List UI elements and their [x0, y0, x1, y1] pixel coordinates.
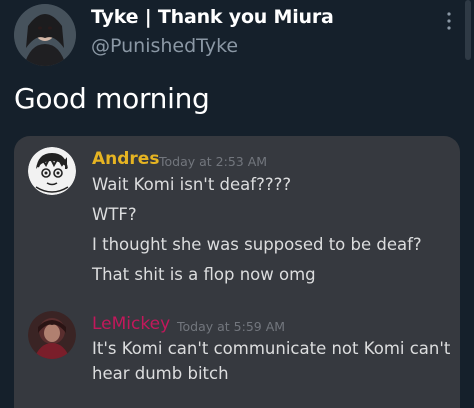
- tweet-text: Good morning: [14, 82, 210, 115]
- message-line: Wait Komi isn't deaf????: [92, 175, 292, 194]
- message-timestamp: Today at 5:59 AM: [177, 319, 286, 334]
- more-vertical-icon[interactable]: [446, 11, 452, 31]
- scrollbar[interactable]: [465, 0, 471, 60]
- message-line: hear dumb bitch: [92, 364, 229, 383]
- tweet-screenshot: Tyke | Thank you Miura @PunishedTyke Goo…: [0, 0, 474, 408]
- message-author: Andres: [92, 149, 160, 169]
- message-line: It's Komi can't communicate not Komi can…: [92, 339, 451, 358]
- message-line: I thought she was supposed to be deaf?: [92, 235, 422, 254]
- user-handle[interactable]: @PunishedTyke: [91, 35, 238, 57]
- display-name[interactable]: Tyke | Thank you Miura: [91, 6, 334, 28]
- andres-avatar: [28, 147, 76, 195]
- message-line: WTF?: [92, 205, 137, 224]
- message-line: That shit is a flop now omg: [92, 265, 316, 284]
- message-author: LeMickey: [92, 314, 171, 334]
- profile-avatar[interactable]: [14, 4, 76, 66]
- lemickey-avatar: [28, 311, 76, 359]
- attached-image[interactable]: Andres Today at 2:53 AM Wait Komi isn't …: [14, 136, 460, 408]
- message-timestamp: Today at 2:53 AM: [159, 154, 268, 169]
